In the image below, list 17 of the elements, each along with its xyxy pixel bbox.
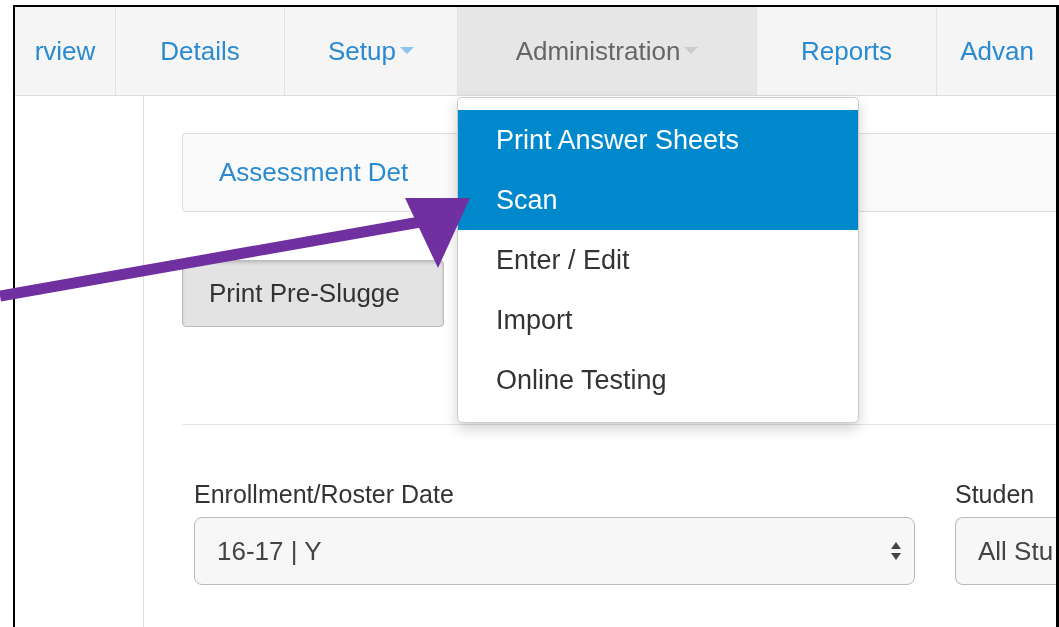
menu-item[interactable]: Scan [458,170,858,230]
menu-item[interactable]: Print Answer Sheets [458,110,858,170]
menu-item[interactable]: Import [458,290,858,350]
menu-item[interactable]: Enter / Edit [458,230,858,290]
field-label: Enrollment/Roster Date [194,480,455,509]
select-field[interactable]: All Stu [955,517,1056,585]
field-label: Studen [955,480,1036,509]
panel-title[interactable]: Assessment Det [219,157,409,188]
updown-icon [890,541,902,561]
nav-tab[interactable]: Details [116,7,285,95]
menu-item[interactable]: Online Testing [458,350,858,410]
nav-tab[interactable]: rview [15,7,116,95]
nav-tab[interactable]: Advan [937,7,1056,95]
nav-tab[interactable]: Administration [458,7,757,95]
print-button[interactable]: Print Pre-Slugge [182,260,444,327]
select-field[interactable]: 16-17 | Y [194,517,915,585]
nav-tab[interactable]: Reports [757,7,937,95]
